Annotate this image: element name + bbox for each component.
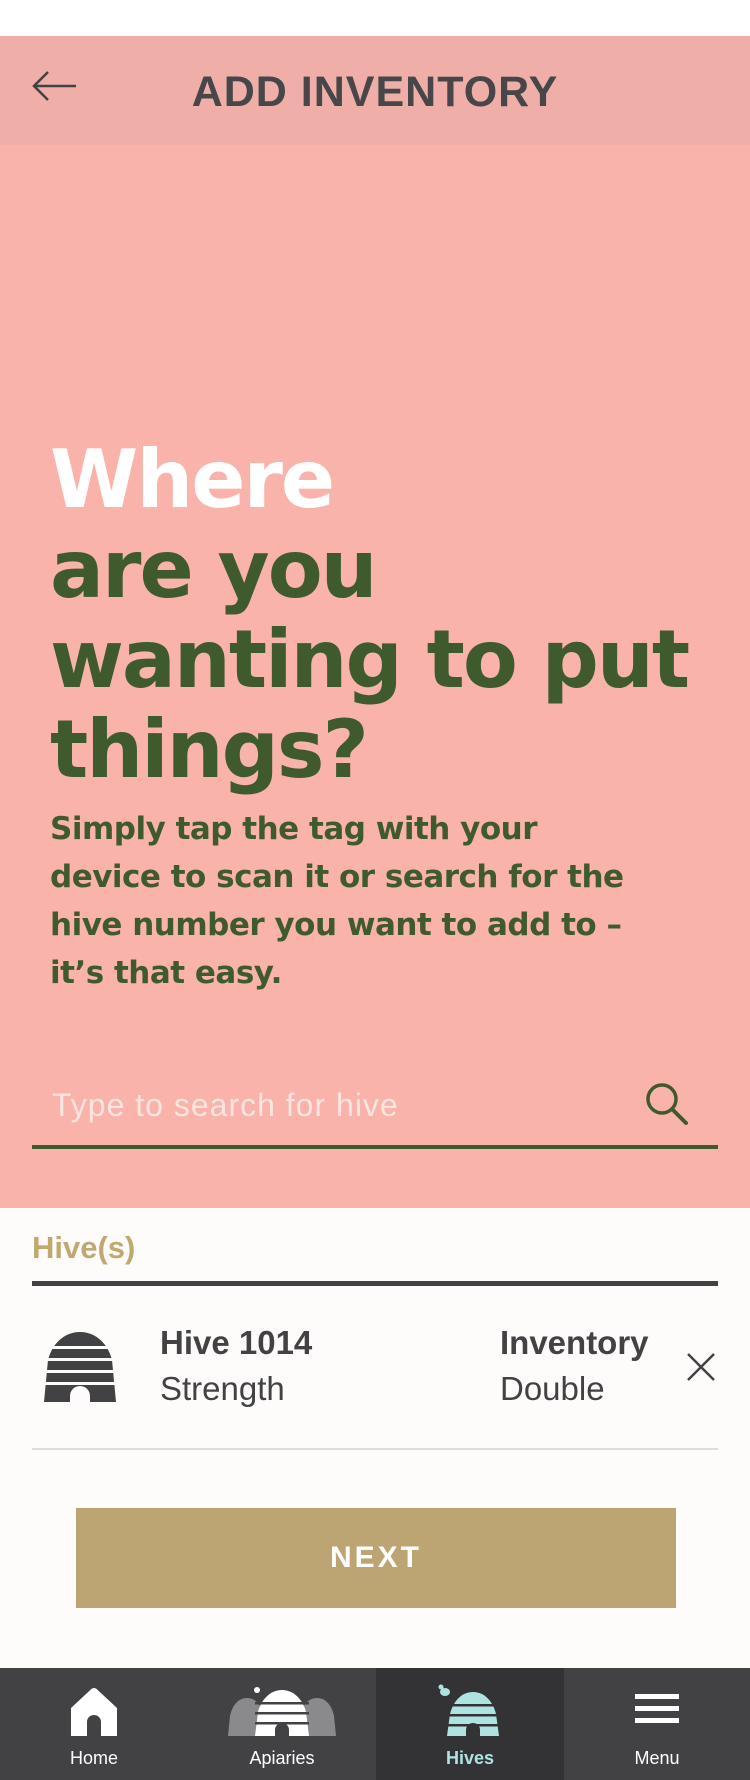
headline-highlight: Where — [50, 433, 335, 526]
apiaries-icon — [228, 1687, 336, 1738]
inventory-label: Inventory — [500, 1324, 649, 1361]
search-icon — [646, 1083, 688, 1125]
next-button[interactable]: NEXT — [76, 1508, 676, 1608]
hive-bee-icon — [438, 1684, 503, 1738]
nav-item-menu[interactable]: Menu — [564, 1668, 750, 1780]
page-title: ADD INVENTORY — [191, 68, 559, 116]
nav-label-apiaries: Apiaries — [249, 1748, 315, 1768]
nav-item-hives[interactable]: Hives — [376, 1668, 564, 1780]
hives-section-label: Hive(s) — [32, 1230, 136, 1265]
hive-name: Hive 1014 — [160, 1324, 313, 1361]
app-header: ADD INVENTORY — [0, 36, 750, 145]
instruction-text: Simply tap the tag with your device to s… — [50, 811, 624, 991]
headline-question: are you wanting to put things? — [50, 523, 690, 796]
close-icon — [687, 1353, 715, 1381]
nav-label-menu: Menu — [634, 1748, 680, 1768]
status-bar — [0, 0, 750, 36]
nav-label-hives: Hives — [445, 1748, 495, 1768]
hamburger-menu-icon — [635, 1694, 679, 1723]
remove-hive-button[interactable] — [684, 1350, 718, 1384]
headline: Where are you wanting to put things? — [50, 435, 690, 795]
hive-subtitle: Strength — [160, 1370, 285, 1407]
nav-item-home[interactable]: Home — [0, 1668, 188, 1780]
hive-search-input[interactable] — [50, 1079, 634, 1131]
hero-section: Where are you wanting to put things? Sim… — [0, 145, 750, 1208]
hive-search — [32, 1065, 718, 1149]
nav-label-home: Home — [69, 1748, 118, 1768]
hives-divider — [32, 1281, 718, 1286]
beehive-icon — [40, 1332, 120, 1404]
home-icon — [71, 1688, 117, 1736]
bottom-nav: Home Apiaries Hives Menu — [0, 1668, 750, 1780]
search-button[interactable] — [642, 1079, 692, 1129]
nav-item-apiaries[interactable]: Apiaries — [188, 1668, 376, 1780]
inventory-value: Double — [500, 1370, 605, 1407]
hive-list-item[interactable]: Hive 1014 Strength Inventory Double — [32, 1288, 718, 1450]
